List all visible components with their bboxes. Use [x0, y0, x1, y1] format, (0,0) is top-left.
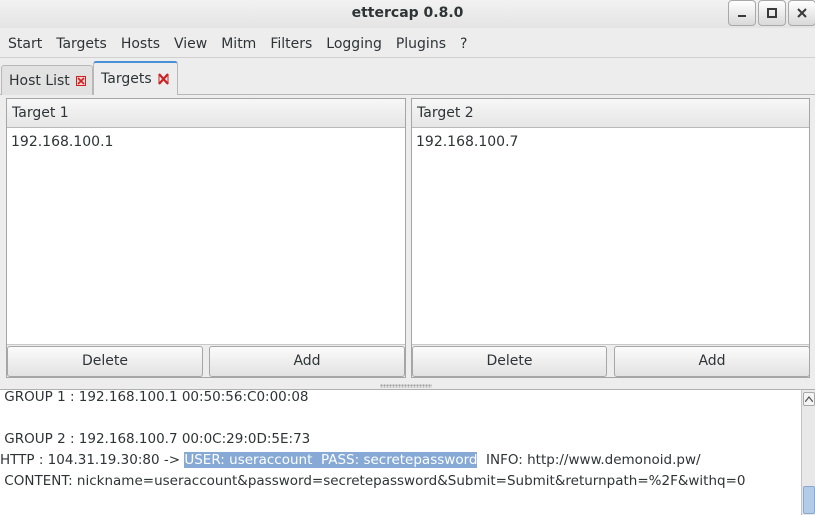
tab-targets-label: Targets [101, 71, 152, 87]
console-line: CONTENT: nickname=useraccount&password=s… [0, 473, 746, 489]
menu-filters[interactable]: Filters [263, 36, 319, 52]
scroll-up-arrow-icon[interactable] [803, 392, 815, 406]
tab-bar: Host List Targets [0, 61, 815, 95]
list-item[interactable]: 192.168.100.1 [7, 128, 405, 152]
tab-close-icon[interactable] [157, 73, 169, 85]
scrollbar-thumb[interactable] [803, 486, 815, 514]
menu-hosts[interactable]: Hosts [114, 36, 167, 52]
console-text: HTTP : 104.31.19.30:80 -> [0, 452, 185, 468]
window-title: ettercap 0.8.0 [351, 5, 464, 21]
menu-plugins[interactable]: Plugins [389, 36, 453, 52]
target2-pane: Target 2 192.168.100.7 Delete Add [411, 98, 810, 378]
menu-view[interactable]: View [167, 36, 214, 52]
tab-divider [0, 94, 1, 95]
minimize-icon [738, 15, 746, 17]
maximize-button[interactable] [758, 0, 786, 26]
target2-add-button[interactable]: Add [614, 346, 810, 377]
menu-bar: Start Targets Hosts View Mitm Filters Lo… [0, 30, 815, 58]
tab-host-list-label: Host List [9, 72, 70, 89]
tab-host-list[interactable]: Host List [1, 65, 93, 95]
target1-header: Target 1 [7, 99, 405, 128]
close-button[interactable] [788, 0, 815, 26]
tab-targets[interactable]: Targets [93, 61, 178, 95]
menu-logging[interactable]: Logging [319, 36, 389, 52]
target1-list[interactable]: 192.168.100.1 [7, 128, 405, 344]
menu-targets[interactable]: Targets [49, 36, 114, 52]
target2-header: Target 2 [412, 99, 809, 128]
console-selection: USER: useraccount PASS: secretepassword [184, 452, 478, 468]
console-line: GROUP 2 : 192.168.100.7 00:0C:29:0D:5E:7… [0, 431, 311, 447]
console-scrollbar[interactable] [801, 390, 815, 515]
window-titlebar: ettercap 0.8.0 [0, 0, 815, 28]
minimize-button[interactable] [728, 0, 756, 26]
console-text: INFO: http://www.demonoid.pw/ [477, 452, 701, 468]
console-output[interactable]: GROUP 1 : 192.168.100.1 00:50:56:C0:00:0… [0, 389, 815, 515]
menu-help[interactable]: ? [453, 36, 474, 52]
target1-delete-button[interactable]: Delete [7, 346, 203, 377]
target1-add-button[interactable]: Add [209, 346, 405, 377]
pane-resize-handle[interactable] [380, 384, 432, 388]
target1-pane: Target 1 192.168.100.1 Delete Add [6, 98, 406, 378]
list-item[interactable]: 192.168.100.7 [412, 128, 809, 152]
close-icon [797, 8, 807, 18]
target2-delete-button[interactable]: Delete [412, 346, 607, 377]
tab-close-icon[interactable] [75, 75, 86, 86]
console-line: GROUP 1 : 192.168.100.1 00:50:56:C0:00:0… [0, 389, 309, 405]
console-line: HTTP : 104.31.19.30:80 -> USER: useracco… [0, 451, 701, 469]
menu-start[interactable]: Start [0, 36, 49, 52]
target1-buttons: Delete Add [7, 344, 405, 377]
tab-divider [178, 94, 815, 95]
menu-mitm[interactable]: Mitm [214, 36, 263, 52]
target2-buttons: Delete Add [412, 344, 810, 377]
target2-list[interactable]: 192.168.100.7 [412, 128, 809, 344]
maximize-icon [767, 8, 777, 18]
